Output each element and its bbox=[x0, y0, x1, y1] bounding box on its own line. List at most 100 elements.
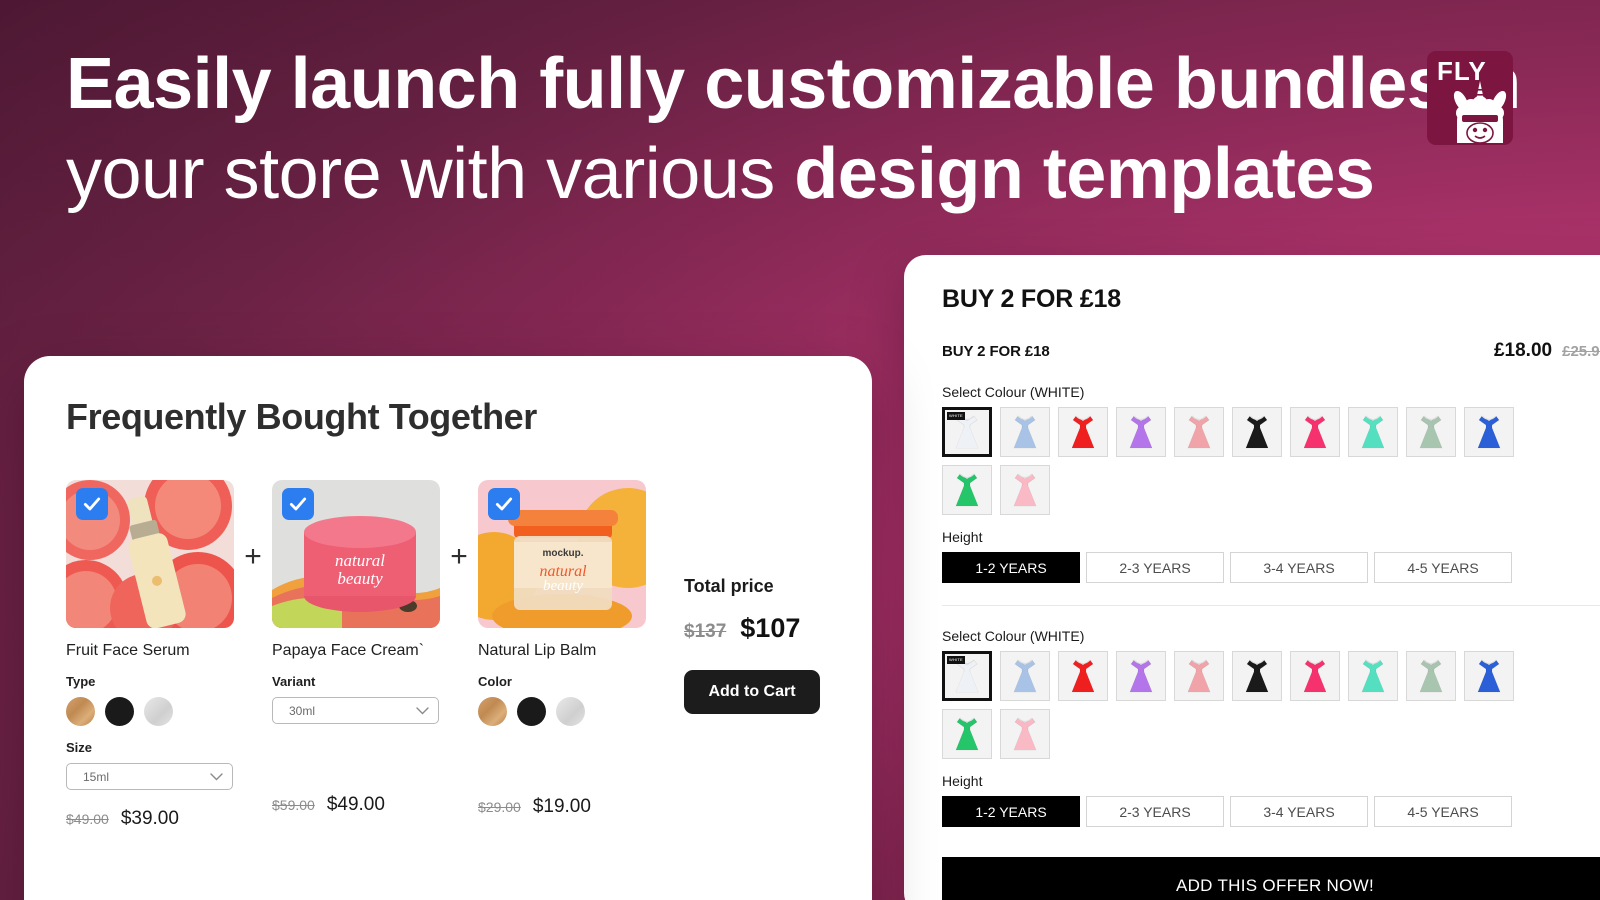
total-price-label: Total price bbox=[684, 576, 774, 596]
colour-swatch-baby-pink[interactable] bbox=[1000, 709, 1050, 759]
chevron-down-icon bbox=[210, 772, 223, 780]
colour-swatch-sage-green[interactable] bbox=[1406, 407, 1456, 457]
colour-swatch-hot-pink[interactable] bbox=[1290, 407, 1340, 457]
total-price-row: $137 $107 bbox=[684, 613, 872, 644]
swatch-black[interactable] bbox=[517, 697, 546, 726]
add-this-offer-button[interactable]: ADD THIS OFFER NOW! bbox=[942, 857, 1600, 900]
svg-text:mockup.: mockup. bbox=[542, 548, 583, 559]
dress-icon bbox=[1013, 659, 1037, 693]
dress-icon bbox=[1303, 659, 1327, 693]
colour-swatch-red[interactable] bbox=[1058, 651, 1108, 701]
product-price-row: $49.00 $39.00 bbox=[66, 808, 234, 830]
product-old-price: $59.00 bbox=[272, 797, 315, 813]
dress-icon bbox=[1419, 659, 1443, 693]
size-button-row-1: 1-2 YEARS 2-3 YEARS 3-4 YEARS 4-5 YEARS bbox=[942, 552, 1600, 583]
product-image-natural-lip-balm[interactable]: mockup. natural beauty bbox=[478, 480, 646, 628]
check-icon bbox=[495, 497, 513, 511]
product-image-papaya-face-cream[interactable]: natural beauty bbox=[272, 480, 440, 628]
total-old-price: $137 bbox=[684, 621, 727, 642]
colour-swatch-grid-1: WHITE bbox=[942, 407, 1557, 515]
colour-swatch-royal-blue[interactable] bbox=[1464, 407, 1514, 457]
product-variant-select[interactable]: 30ml bbox=[272, 697, 439, 724]
offer-subtitle: BUY 2 FOR £18 bbox=[942, 343, 1050, 360]
svg-text:beauty: beauty bbox=[543, 578, 583, 594]
size-button-2-3-years[interactable]: 2-3 YEARS bbox=[1086, 552, 1224, 583]
offer-old-price: £25.98 bbox=[1562, 343, 1600, 360]
colour-swatch-sage-green[interactable] bbox=[1406, 651, 1456, 701]
fbt-title: Frequently Bought Together bbox=[66, 396, 537, 437]
colour-swatch-red[interactable] bbox=[1058, 407, 1108, 457]
headline-line2-bold: design templates bbox=[794, 134, 1375, 214]
colour-swatch-baby-pink[interactable] bbox=[1000, 465, 1050, 515]
swatch-grey[interactable] bbox=[144, 697, 173, 726]
dress-icon bbox=[1129, 659, 1153, 693]
colour-swatch-white[interactable]: WHITE bbox=[942, 651, 992, 701]
product-card-fruit-face-serum: Fruit Face Serum Type Size 15ml $49.00 $… bbox=[66, 480, 234, 830]
size-button-1-2-years[interactable]: 1-2 YEARS bbox=[942, 796, 1080, 827]
check-icon bbox=[289, 497, 307, 511]
swatch-tag: WHITE bbox=[947, 656, 965, 664]
dress-icon bbox=[1477, 659, 1501, 693]
colour-swatch-purple[interactable] bbox=[1116, 407, 1166, 457]
product-checkbox-3[interactable] bbox=[488, 488, 520, 520]
size-button-2-3-years[interactable]: 2-3 YEARS bbox=[1086, 796, 1224, 827]
colour-swatch-grid-2: WHITE bbox=[942, 651, 1557, 759]
dress-icon bbox=[1419, 415, 1443, 449]
colour-swatch-salmon-pink[interactable] bbox=[1174, 651, 1224, 701]
colour-swatch-light-blue[interactable] bbox=[1000, 407, 1050, 457]
colour-swatch-hot-pink[interactable] bbox=[1290, 651, 1340, 701]
headline-line1-bold: Easily launch fully customizable bundles bbox=[66, 44, 1447, 124]
product-option-label-type: Type bbox=[66, 674, 96, 689]
colour-swatch-black[interactable] bbox=[1232, 407, 1282, 457]
check-icon bbox=[83, 497, 101, 511]
total-new-price: $107 bbox=[740, 613, 801, 643]
section-divider bbox=[942, 605, 1600, 606]
size-button-4-5-years[interactable]: 4-5 YEARS bbox=[1374, 552, 1512, 583]
chevron-down-icon bbox=[416, 706, 429, 714]
size-button-3-4-years[interactable]: 3-4 YEARS bbox=[1230, 552, 1368, 583]
colour-swatch-white[interactable]: WHITE bbox=[942, 407, 992, 457]
promo-banner: Easily launch fully customizable bundles… bbox=[0, 0, 1600, 900]
product-old-price: $49.00 bbox=[66, 811, 109, 827]
size-button-1-2-years[interactable]: 1-2 YEARS bbox=[942, 552, 1080, 583]
colour-swatch-royal-blue[interactable] bbox=[1464, 651, 1514, 701]
offer-title: BUY 2 FOR £18 bbox=[942, 285, 1121, 313]
swatch-grey[interactable] bbox=[556, 697, 585, 726]
product-checkbox-1[interactable] bbox=[76, 488, 108, 520]
colour-swatch-salmon-pink[interactable] bbox=[1174, 407, 1224, 457]
plus-separator-2: + bbox=[450, 540, 468, 573]
swatch-wood[interactable] bbox=[66, 697, 95, 726]
product-price-row: $29.00 $19.00 bbox=[478, 796, 646, 818]
fbt-products-row: Fruit Face Serum Type Size 15ml $49.00 $… bbox=[66, 480, 872, 830]
product-size-value: 15ml bbox=[83, 769, 110, 784]
height-label-2: Height bbox=[942, 773, 983, 789]
swatch-black[interactable] bbox=[105, 697, 134, 726]
product-checkbox-2[interactable] bbox=[282, 488, 314, 520]
product-new-price: $19.00 bbox=[532, 796, 591, 817]
fly-logo: FLY bbox=[1427, 51, 1513, 145]
colour-swatch-light-blue[interactable] bbox=[1000, 651, 1050, 701]
dress-icon bbox=[1361, 415, 1385, 449]
offer-price-group: £18.00 £25.98 bbox=[1494, 340, 1600, 362]
size-button-3-4-years[interactable]: 3-4 YEARS bbox=[1230, 796, 1368, 827]
offer-summary-row: BUY 2 FOR £18 £18.00 £25.98 bbox=[942, 340, 1600, 362]
product-size-select[interactable]: 15ml bbox=[66, 763, 233, 790]
dress-icon bbox=[955, 473, 979, 507]
swatch-wood[interactable] bbox=[478, 697, 507, 726]
dress-icon bbox=[1013, 717, 1037, 751]
colour-swatch-green[interactable] bbox=[942, 465, 992, 515]
add-to-cart-button[interactable]: Add to Cart bbox=[684, 670, 820, 714]
select-colour-label-1: Select Colour (WHITE) bbox=[942, 384, 1085, 400]
colour-swatch-black[interactable] bbox=[1232, 651, 1282, 701]
size-button-4-5-years[interactable]: 4-5 YEARS bbox=[1374, 796, 1512, 827]
product-card-papaya-face-cream: natural beauty Papaya Face Cream` Varian… bbox=[272, 480, 440, 816]
colour-swatch-aqua[interactable] bbox=[1348, 651, 1398, 701]
dress-icon bbox=[1477, 415, 1501, 449]
product-option-label-variant: Variant bbox=[272, 674, 316, 689]
colour-swatch-aqua[interactable] bbox=[1348, 407, 1398, 457]
product-image-fruit-face-serum[interactable] bbox=[66, 480, 234, 628]
product-price-row: $59.00 $49.00 bbox=[272, 794, 440, 816]
colour-swatch-purple[interactable] bbox=[1116, 651, 1166, 701]
headline-line2-light: your store with various bbox=[66, 134, 795, 214]
colour-swatch-green[interactable] bbox=[942, 709, 992, 759]
